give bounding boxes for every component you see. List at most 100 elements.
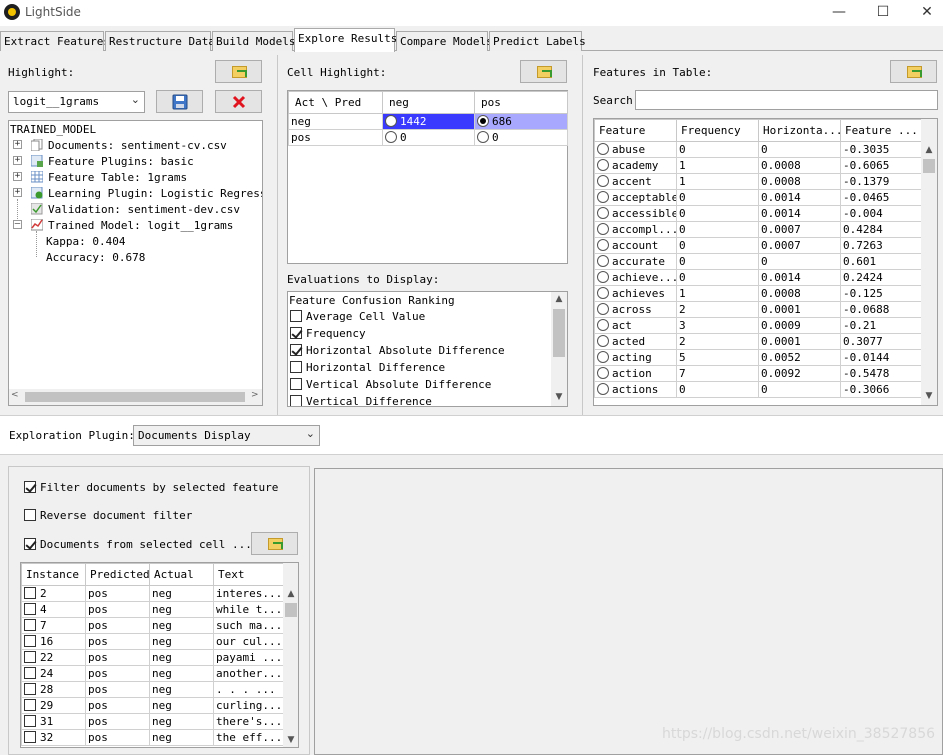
minimize-icon[interactable]: —: [830, 3, 848, 21]
tree-node-learning-plugin[interactable]: Learning Plugin: Logistic Regressio: [48, 187, 262, 200]
checkbox[interactable]: [290, 361, 302, 373]
scroll-thumb[interactable]: [25, 392, 245, 402]
export-documents-button[interactable]: [251, 532, 298, 555]
scroll-left-icon[interactable]: <: [11, 390, 19, 400]
scroll-thumb[interactable]: [923, 159, 935, 173]
feature-row[interactable]: accurate 0 0 0.601: [594, 253, 922, 270]
feature-row[interactable]: academy 1 0.0008 -0.6065: [594, 157, 922, 174]
scroll-up-icon[interactable]: ▲: [551, 292, 567, 306]
radio-button[interactable]: [597, 271, 609, 283]
scroll-down-icon[interactable]: ▼: [921, 389, 937, 403]
eval-item-horizontal-difference[interactable]: Horizontal Difference: [290, 361, 445, 374]
document-row[interactable]: 31 pos neg there's...: [21, 713, 284, 730]
radio-button[interactable]: [597, 287, 609, 299]
save-model-button[interactable]: [156, 90, 203, 113]
tab-explore-results[interactable]: Explore Results: [294, 28, 397, 52]
feature-row[interactable]: acted 2 0.0001 0.3077: [594, 333, 922, 350]
feature-row[interactable]: achieves 1 0.0008 -0.125: [594, 285, 922, 302]
checkbox[interactable]: [24, 509, 36, 521]
expand-icon[interactable]: +: [13, 188, 22, 197]
matrix-cell-pos-neg[interactable]: 0: [382, 129, 475, 146]
document-row[interactable]: 24 pos neg another...: [21, 665, 284, 682]
checkbox[interactable]: [24, 619, 36, 631]
checkbox-checked[interactable]: [24, 538, 36, 550]
from-selected-cell-option[interactable]: Documents from selected cell ...: [24, 538, 252, 551]
document-row[interactable]: 32 pos neg the eff...: [21, 729, 284, 746]
col-header-feature[interactable]: Feature: [594, 119, 677, 142]
document-row[interactable]: 28 pos neg . . . ...: [21, 681, 284, 698]
col-header-instance[interactable]: Instance: [21, 563, 86, 586]
radio-button[interactable]: [597, 143, 609, 155]
scroll-up-icon[interactable]: ▲: [283, 587, 298, 601]
checkbox[interactable]: [24, 587, 36, 599]
col-header-feature-weight[interactable]: Feature ...: [840, 119, 922, 142]
feature-row[interactable]: acting 5 0.0052 -0.0144: [594, 349, 922, 366]
scroll-down-icon[interactable]: ▼: [283, 733, 298, 747]
feature-row[interactable]: accent 1 0.0008 -0.1379: [594, 173, 922, 190]
col-header-text[interactable]: Text: [213, 563, 284, 586]
feature-row[interactable]: accompl... 0 0.0007 0.4284: [594, 221, 922, 238]
checkbox-checked[interactable]: [290, 344, 302, 356]
matrix-cell-pos-pos[interactable]: 0: [474, 129, 568, 146]
radio-button[interactable]: [597, 255, 609, 267]
feature-row[interactable]: acceptable 0 0.0014 -0.0465: [594, 189, 922, 206]
scroll-thumb[interactable]: [285, 603, 297, 617]
tab-restructure-data[interactable]: Restructure Data: [105, 31, 215, 51]
checkbox[interactable]: [24, 731, 36, 743]
feature-row[interactable]: act 3 0.0009 -0.21: [594, 317, 922, 334]
feature-search-input[interactable]: [635, 90, 938, 110]
document-row[interactable]: 29 pos neg curling...: [21, 697, 284, 714]
radio-button[interactable]: [597, 175, 609, 187]
checkbox[interactable]: [24, 651, 36, 663]
col-header-frequency[interactable]: Frequency: [676, 119, 759, 142]
load-model-button[interactable]: [215, 60, 262, 83]
feature-row[interactable]: account 0 0.0007 0.7263: [594, 237, 922, 254]
radio-button[interactable]: [477, 131, 489, 143]
radio-button[interactable]: [597, 383, 609, 395]
radio-button[interactable]: [385, 115, 397, 127]
scroll-right-icon[interactable]: >: [251, 390, 259, 400]
radio-button[interactable]: [597, 207, 609, 219]
tab-extract-features[interactable]: Extract Features: [0, 31, 110, 51]
radio-button[interactable]: [597, 223, 609, 235]
documents-scrollbar[interactable]: ▲ ▼: [283, 563, 298, 747]
col-header-horizontal[interactable]: Horizonta...: [758, 119, 841, 142]
delete-model-button[interactable]: [215, 90, 262, 113]
checkbox[interactable]: [24, 635, 36, 647]
expand-icon[interactable]: +: [13, 172, 22, 181]
radio-button[interactable]: [597, 367, 609, 379]
reverse-filter-option[interactable]: Reverse document filter: [24, 509, 192, 522]
checkbox[interactable]: [24, 683, 36, 695]
checkbox[interactable]: [24, 603, 36, 615]
radio-button[interactable]: [597, 239, 609, 251]
feature-row[interactable]: abuse 0 0 -0.3035: [594, 141, 922, 158]
tree-node-documents[interactable]: Documents: sentiment-cv.csv: [48, 139, 227, 152]
tab-compare-models[interactable]: Compare Models: [396, 31, 493, 51]
tree-horizontal-scrollbar[interactable]: < >: [9, 389, 262, 405]
col-header-predicted[interactable]: Predicted: [85, 563, 150, 586]
export-features-button[interactable]: [890, 60, 937, 83]
expand-icon[interactable]: +: [13, 140, 22, 149]
eval-item-average-cell-value[interactable]: Average Cell Value: [290, 310, 425, 323]
tree-node-validation[interactable]: Validation: sentiment-dev.csv: [48, 203, 240, 216]
maximize-icon[interactable]: ☐: [874, 3, 892, 21]
tab-predict-labels[interactable]: Predict Labels: [489, 31, 586, 51]
feature-row[interactable]: action 7 0.0092 -0.5478: [594, 365, 922, 382]
eval-item-vertical-difference[interactable]: Vertical Difference: [290, 395, 432, 406]
checkbox[interactable]: [24, 667, 36, 679]
feature-row[interactable]: actions 0 0 -0.3066: [594, 381, 922, 398]
checkbox[interactable]: [24, 699, 36, 711]
radio-button[interactable]: [385, 131, 397, 143]
radio-button[interactable]: [597, 351, 609, 363]
radio-button[interactable]: [597, 319, 609, 331]
evaluations-scrollbar[interactable]: ▲ ▼: [551, 292, 567, 406]
checkbox[interactable]: [290, 395, 302, 406]
model-select[interactable]: logit__1grams ⌄: [8, 91, 145, 113]
scroll-thumb[interactable]: [553, 309, 565, 357]
exploration-plugin-select[interactable]: Documents Display ⌄: [133, 425, 320, 446]
document-row[interactable]: 2 pos neg interes...: [21, 585, 284, 602]
tree-node-feature-plugins[interactable]: Feature Plugins: basic: [48, 155, 194, 168]
eval-item-horizontal-absolute-difference[interactable]: Horizontal Absolute Difference: [290, 344, 505, 357]
tree-node-feature-table[interactable]: Feature Table: 1grams: [48, 171, 187, 184]
document-row[interactable]: 4 pos neg while t...: [21, 601, 284, 618]
